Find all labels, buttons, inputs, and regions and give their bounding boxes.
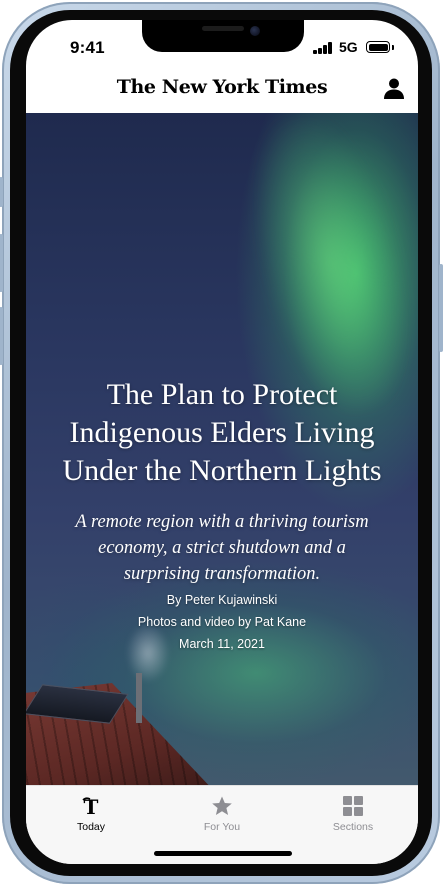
grid-icon [343,796,363,816]
front-camera [250,26,260,36]
battery-icon [366,41,390,53]
notch [142,20,304,52]
tab-today-label: Today [76,821,106,833]
status-time: 9:41 [70,38,105,57]
chimney [136,673,142,723]
article-headline[interactable]: The Plan to Protect Indigenous Elders Li… [42,376,402,490]
home-indicator[interactable] [154,851,292,856]
nyt-t-logo-icon: T [82,795,99,817]
tab-sections-label: Sections [332,821,374,833]
star-icon [212,796,232,815]
speaker-grille [202,26,244,31]
volume-down-button [0,307,3,365]
article-byline: By Peter Kujawinski [166,593,278,607]
volume-up-button [0,234,3,292]
battery-tip [392,45,394,50]
article-summary: A remote region with a thriving tourism … [75,512,369,584]
cellular-signal-icon [313,42,333,54]
masthead-logo: The New York Times [116,76,328,98]
silent-switch [0,177,3,207]
article-hero[interactable]: The Plan to Protect Indigenous Elders Li… [26,113,418,785]
chimney-smoke [126,623,170,683]
power-button [439,264,443,352]
person-icon[interactable] [382,76,406,100]
tab-for-you[interactable]: For You [167,786,277,840]
network-type: 5G [339,39,358,55]
article-date: March 11, 2021 [179,637,265,651]
tab-today[interactable]: T Today [36,786,146,840]
tab-sections[interactable]: Sections [298,786,408,840]
tab-for-you-label: For You [203,821,241,833]
app-header: The New York Times [26,70,418,113]
screen: 9:41 5G The New York Times The Plan to P… [26,20,418,864]
article-photo-credit: Photos and video by Pat Kane [137,615,307,629]
